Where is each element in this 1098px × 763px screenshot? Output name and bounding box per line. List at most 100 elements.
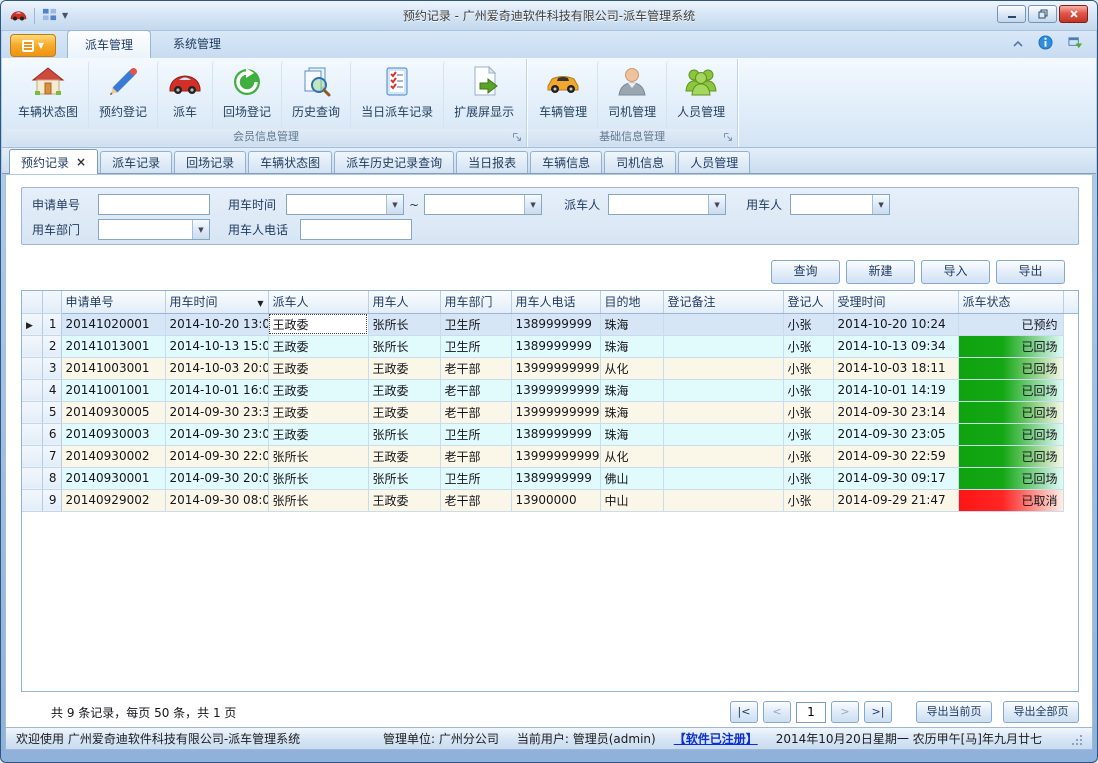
cell-registrar[interactable]: 小张 (783, 313, 833, 335)
car-user-combo[interactable]: ▼ (790, 194, 890, 215)
cell-car_user[interactable]: 王政委 (368, 379, 440, 401)
cell-remark[interactable] (663, 335, 783, 357)
cell-dept[interactable]: 卫生所 (440, 313, 511, 335)
dispatcher-combo[interactable]: ▼ (608, 194, 726, 215)
cell-destination[interactable]: 珠海 (600, 313, 663, 335)
cell-destination[interactable]: 佛山 (600, 467, 663, 489)
export-all-pages-button[interactable]: 导出全部页 (1003, 701, 1079, 723)
column-header-2[interactable]: 派车人 (268, 291, 368, 313)
close-button[interactable] (1059, 5, 1088, 23)
create-button[interactable]: 新建 (846, 260, 915, 284)
cell-car_user[interactable]: 王政委 (368, 445, 440, 467)
ribbon-button-staff-manage[interactable]: 人员管理 (666, 61, 735, 129)
cell-status[interactable]: 已取消 (958, 489, 1063, 511)
next-page-button[interactable]: > (831, 701, 859, 723)
table-row[interactable]: ▶1201410200012014-10-20 13:00王政委张所长卫生所13… (22, 313, 1078, 335)
doc-tab-3[interactable]: 车辆状态图 (248, 151, 332, 173)
cell-destination[interactable]: 从化 (600, 445, 663, 467)
cell-remark[interactable] (663, 357, 783, 379)
dialog-launcher-icon[interactable] (512, 132, 523, 143)
cell-order_no[interactable]: 20140930002 (61, 445, 165, 467)
switch-window-icon[interactable] (1067, 35, 1084, 53)
cell-status[interactable]: 已回场 (958, 423, 1063, 445)
doc-tab-7[interactable]: 司机信息 (604, 151, 676, 173)
cell-use_time[interactable]: 2014-10-01 16:00 (165, 379, 268, 401)
cell-phone[interactable]: 13900000 (511, 489, 600, 511)
cell-phone[interactable]: 13999999999 (511, 357, 600, 379)
cell-remark[interactable] (663, 445, 783, 467)
minimize-button[interactable] (997, 5, 1026, 23)
doc-tab-8[interactable]: 人员管理 (678, 151, 750, 173)
table-row[interactable]: 9201409290022014-09-30 08:00张所长王政委老干部139… (22, 489, 1078, 511)
cell-order_no[interactable]: 20141013001 (61, 335, 165, 357)
cell-remark[interactable] (663, 489, 783, 511)
cell-destination[interactable]: 从化 (600, 357, 663, 379)
cell-car_user[interactable]: 张所长 (368, 313, 440, 335)
cell-destination[interactable]: 珠海 (600, 401, 663, 423)
cell-order_no[interactable]: 20140930003 (61, 423, 165, 445)
close-tab-icon[interactable]: × (76, 155, 86, 169)
cell-use_time[interactable]: 2014-09-30 08:00 (165, 489, 268, 511)
cell-dispatcher[interactable]: 王政委 (268, 335, 368, 357)
cell-status[interactable]: 已回场 (958, 335, 1063, 357)
cell-registrar[interactable]: 小张 (783, 489, 833, 511)
dropdown-arrow-icon[interactable]: ▼ (708, 195, 725, 214)
column-header-8[interactable]: 登记人 (783, 291, 833, 313)
cell-dispatcher[interactable]: 张所长 (268, 489, 368, 511)
ribbon-tab-dispatch-management[interactable]: 派车管理 (67, 30, 151, 58)
doc-tab-4[interactable]: 派车历史记录查询 (334, 151, 454, 173)
info-icon[interactable] (1038, 35, 1053, 53)
column-header-10[interactable]: 派车状态 (958, 291, 1063, 313)
cell-dispatcher[interactable]: 张所长 (268, 445, 368, 467)
use-time-to-combo[interactable]: ▼ (424, 194, 542, 215)
cell-accept_time[interactable]: 2014-09-30 09:17 (833, 467, 958, 489)
cell-car_user[interactable]: 王政委 (368, 357, 440, 379)
page-number-input[interactable] (796, 702, 826, 723)
table-row[interactable]: 2201410130012014-10-13 15:00王政委张所长卫生所138… (22, 335, 1078, 357)
ribbon-button-reservation-register[interactable]: 预约登记 (88, 61, 157, 129)
cell-remark[interactable] (663, 313, 783, 335)
cell-use_time[interactable]: 2014-10-03 20:00 (165, 357, 268, 379)
column-header-9[interactable]: 受理时间 (833, 291, 958, 313)
column-header-7[interactable]: 登记备注 (663, 291, 783, 313)
first-page-button[interactable]: |< (730, 701, 758, 723)
cell-use_time[interactable]: 2014-10-20 13:00 (165, 313, 268, 335)
cell-registrar[interactable]: 小张 (783, 335, 833, 357)
dialog-launcher-icon[interactable] (723, 132, 734, 143)
dropdown-arrow-icon[interactable]: ▼ (872, 195, 889, 214)
cell-use_time[interactable]: 2014-10-13 15:00 (165, 335, 268, 357)
cell-use_time[interactable]: 2014-09-30 23:00 (165, 423, 268, 445)
column-header-5[interactable]: 用车人电话 (511, 291, 600, 313)
ribbon-button-return-register[interactable]: 回场登记 (212, 61, 281, 129)
last-page-button[interactable]: >| (864, 701, 892, 723)
cell-phone[interactable]: 1389999999 (511, 467, 600, 489)
column-header-0[interactable]: 申请单号 (61, 291, 165, 313)
cell-status[interactable]: 已回场 (958, 357, 1063, 379)
cell-destination[interactable]: 珠海 (600, 335, 663, 357)
cell-accept_time[interactable]: 2014-10-13 09:34 (833, 335, 958, 357)
cell-accept_time[interactable]: 2014-09-30 23:05 (833, 423, 958, 445)
doc-tab-0[interactable]: 预约记录× (9, 149, 98, 174)
cell-dept[interactable]: 老干部 (440, 489, 511, 511)
cell-phone[interactable]: 1389999999 (511, 313, 600, 335)
cell-car_user[interactable]: 张所长 (368, 467, 440, 489)
ribbon-button-extended-screen[interactable]: 扩展屏显示 (443, 61, 524, 129)
cell-status[interactable]: 已回场 (958, 379, 1063, 401)
cell-order_no[interactable]: 20141020001 (61, 313, 165, 335)
cell-order_no[interactable]: 20140930005 (61, 401, 165, 423)
table-row[interactable]: 5201409300052014-09-30 23:30王政委王政委老干部139… (22, 401, 1078, 423)
cell-car_user[interactable]: 张所长 (368, 335, 440, 357)
query-button[interactable]: 查询 (771, 260, 840, 284)
cell-remark[interactable] (663, 401, 783, 423)
cell-dept[interactable]: 卫生所 (440, 467, 511, 489)
application-menu-button[interactable]: ▼ (10, 34, 56, 57)
cell-dept[interactable]: 老干部 (440, 379, 511, 401)
cell-car_user[interactable]: 张所长 (368, 423, 440, 445)
cell-phone[interactable]: 1389999999 (511, 335, 600, 357)
table-row[interactable]: 4201410010012014-10-01 16:00王政委王政委老干部139… (22, 379, 1078, 401)
cell-car_user[interactable]: 王政委 (368, 401, 440, 423)
doc-tab-1[interactable]: 派车记录 (100, 151, 172, 173)
cell-phone[interactable]: 13999999999 (511, 401, 600, 423)
column-header-6[interactable]: 目的地 (600, 291, 663, 313)
export-button[interactable]: 导出 (996, 260, 1065, 284)
